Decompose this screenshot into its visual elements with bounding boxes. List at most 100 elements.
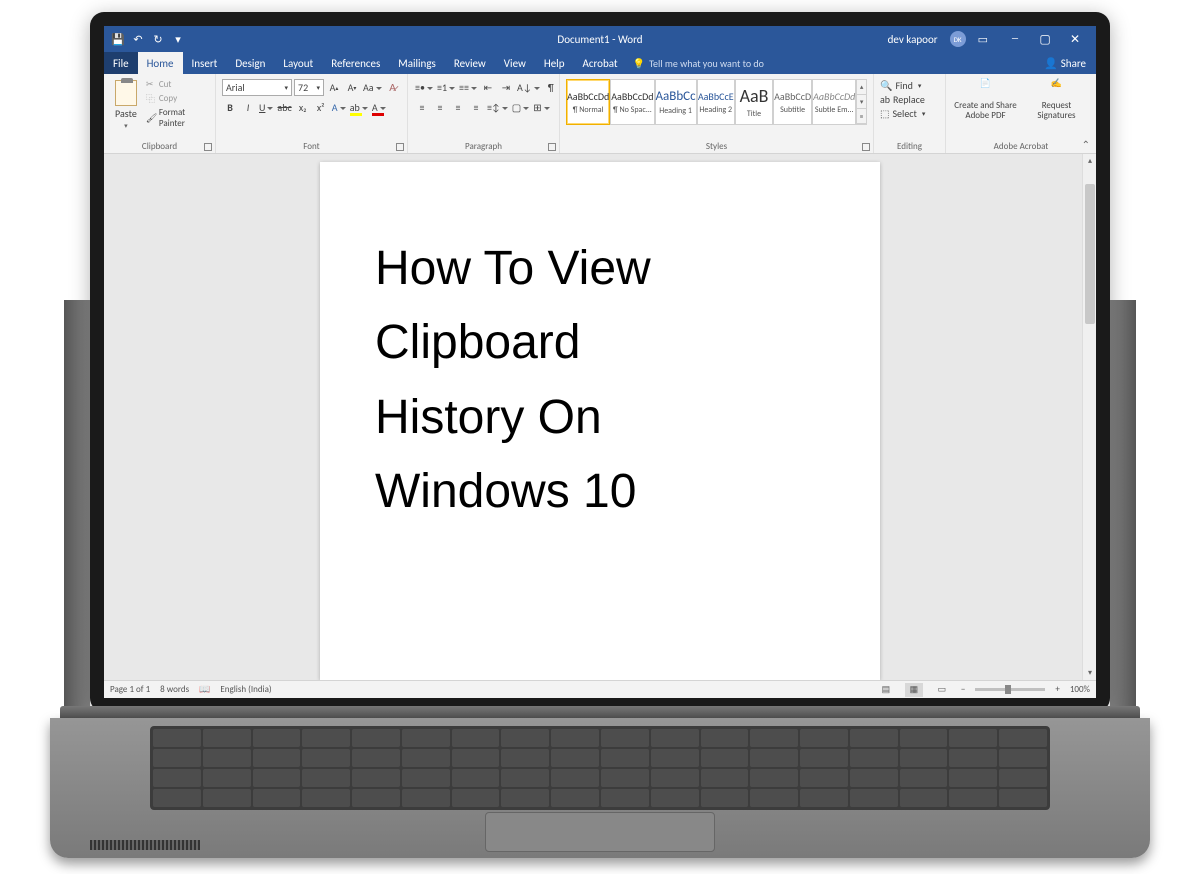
- ribbon-options-icon[interactable]: ▭: [978, 33, 988, 46]
- style-subtle-em-[interactable]: AaBbCcDdSubtle Em...: [812, 79, 856, 125]
- tab-view[interactable]: View: [495, 52, 535, 74]
- style-title[interactable]: AaBTitle: [735, 79, 773, 125]
- copy-button[interactable]: ⿻Copy: [146, 92, 209, 105]
- highlight-button[interactable]: ab: [349, 99, 369, 116]
- page[interactable]: How To View Clipboard History On Windows…: [320, 162, 880, 680]
- zoom-in-button[interactable]: +: [1055, 684, 1059, 695]
- tab-design[interactable]: Design: [226, 52, 274, 74]
- italic-button[interactable]: I: [240, 99, 256, 116]
- tab-mailings[interactable]: Mailings: [389, 52, 445, 74]
- font-size-value: 72: [298, 81, 308, 94]
- scroll-down-icon[interactable]: ▾: [1083, 666, 1096, 680]
- spellcheck-icon[interactable]: 📖: [199, 684, 210, 695]
- tab-help[interactable]: Help: [535, 52, 574, 74]
- user-avatar[interactable]: DK: [950, 31, 966, 47]
- zoom-out-button[interactable]: −: [961, 684, 965, 695]
- font-color-button[interactable]: A: [371, 99, 387, 116]
- replace-button[interactable]: abReplace: [880, 93, 925, 106]
- minimize-button[interactable]: ─: [1000, 26, 1030, 52]
- shrink-font-button[interactable]: A▾: [344, 79, 360, 96]
- scroll-thumb[interactable]: [1085, 184, 1095, 324]
- styles-dialog-launcher[interactable]: [862, 143, 870, 151]
- copy-icon: ⿻: [146, 92, 156, 105]
- maximize-button[interactable]: ▢: [1030, 26, 1060, 52]
- style--normal[interactable]: AaBbCcDd¶ Normal: [566, 79, 610, 125]
- tab-insert[interactable]: Insert: [183, 52, 227, 74]
- align-center-button[interactable]: ≡: [432, 99, 448, 116]
- word-count[interactable]: 8 words: [160, 684, 189, 695]
- font-name-combo[interactable]: Arial▾: [222, 79, 292, 96]
- paste-button[interactable]: Paste ▾: [110, 76, 142, 130]
- collapse-ribbon-button[interactable]: ⌃: [1082, 138, 1090, 151]
- select-button[interactable]: ⬚Select▾: [880, 107, 925, 120]
- print-layout-button[interactable]: ▦: [905, 683, 923, 697]
- document-area[interactable]: How To View Clipboard History On Windows…: [104, 154, 1096, 680]
- tab-layout[interactable]: Layout: [274, 52, 322, 74]
- qa-customize-icon[interactable]: ▾: [172, 33, 184, 45]
- create-pdf-label: Create and Share Adobe PDF: [952, 101, 1019, 121]
- strikethrough-button[interactable]: abc: [276, 99, 292, 116]
- page-count[interactable]: Page 1 of 1: [110, 684, 150, 695]
- font-size-combo[interactable]: 72▾: [294, 79, 324, 96]
- justify-button[interactable]: ≡: [468, 99, 484, 116]
- style-heading-2[interactable]: AaBbCcEHeading 2: [697, 79, 735, 125]
- multilevel-button[interactable]: ≡≡: [458, 79, 478, 96]
- tab-references[interactable]: References: [322, 52, 389, 74]
- align-left-button[interactable]: ≡: [414, 99, 430, 116]
- tell-me-search[interactable]: 💡 Tell me what you want to do: [633, 52, 764, 74]
- shading-button[interactable]: ▢: [511, 99, 530, 116]
- tab-file[interactable]: File: [104, 52, 138, 74]
- share-icon: 👤: [1044, 57, 1058, 70]
- create-pdf-button[interactable]: 📄 Create and Share Adobe PDF: [952, 76, 1019, 121]
- language-status[interactable]: English (India): [220, 684, 271, 695]
- document-text[interactable]: How To View Clipboard History On Windows…: [375, 232, 825, 530]
- format-painter-button[interactable]: 🖌Format Painter: [146, 107, 209, 129]
- web-layout-button[interactable]: ▭: [933, 683, 951, 697]
- tab-acrobat[interactable]: Acrobat: [574, 52, 627, 74]
- undo-icon[interactable]: ↶: [132, 33, 144, 45]
- subscript-button[interactable]: x₂: [295, 99, 311, 116]
- user-name[interactable]: dev kapoor: [888, 33, 938, 46]
- style--no-spac-[interactable]: AaBbCcDd¶ No Spac...: [610, 79, 654, 125]
- share-button[interactable]: 👤 Share: [1034, 52, 1096, 74]
- style-subtitle[interactable]: AaBbCcDSubtitle: [773, 79, 812, 125]
- tab-review[interactable]: Review: [445, 52, 495, 74]
- tab-home[interactable]: Home: [138, 52, 183, 74]
- clipboard-dialog-launcher[interactable]: [204, 143, 212, 151]
- zoom-slider[interactable]: [975, 688, 1045, 691]
- line-spacing-button[interactable]: ≡↕: [486, 99, 509, 116]
- laptop-trackpad: [485, 812, 715, 852]
- read-mode-button[interactable]: ▤: [877, 683, 895, 697]
- redo-icon[interactable]: ↻: [152, 33, 164, 45]
- cut-button[interactable]: ✂Cut: [146, 79, 209, 90]
- paragraph-dialog-launcher[interactable]: [548, 143, 556, 151]
- grow-font-button[interactable]: A▴: [326, 79, 342, 96]
- align-right-button[interactable]: ≡: [450, 99, 466, 116]
- text-effects-button[interactable]: A: [331, 99, 347, 116]
- font-dialog-launcher[interactable]: [396, 143, 404, 151]
- show-marks-button[interactable]: ¶: [543, 79, 559, 96]
- group-clipboard: Paste ▾ ✂Cut ⿻Copy 🖌Format Painter Clipb…: [104, 74, 216, 153]
- borders-button[interactable]: ⊞: [532, 99, 550, 116]
- superscript-button[interactable]: x²: [313, 99, 329, 116]
- scroll-up-icon[interactable]: ▴: [1083, 154, 1096, 168]
- change-case-button[interactable]: Aa: [362, 79, 383, 96]
- underline-button[interactable]: U: [258, 99, 274, 116]
- clear-format-button[interactable]: A̷: [385, 79, 401, 96]
- vertical-scrollbar[interactable]: ▴ ▾: [1082, 154, 1096, 680]
- styles-more-button[interactable]: ▴▾≡: [856, 79, 867, 125]
- request-signatures-button[interactable]: ✍ Request Signatures: [1023, 76, 1090, 121]
- group-paragraph: ≡• ≡1 ≡≡ ⇤ ⇥ A↓ ¶ ≡ ≡ ≡ ≡: [408, 74, 560, 153]
- bullets-button[interactable]: ≡•: [414, 79, 434, 96]
- sort-button[interactable]: A↓: [516, 79, 541, 96]
- bold-button[interactable]: B: [222, 99, 238, 116]
- decrease-indent-button[interactable]: ⇤: [480, 79, 496, 96]
- save-icon[interactable]: 💾: [112, 33, 124, 45]
- numbering-button[interactable]: ≡1: [436, 79, 456, 96]
- close-button[interactable]: ✕: [1060, 26, 1090, 52]
- style-heading-1[interactable]: AaBbCcHeading 1: [655, 79, 697, 125]
- zoom-level[interactable]: 100%: [1070, 684, 1090, 695]
- signature-icon: ✍: [1047, 79, 1067, 99]
- find-button[interactable]: 🔍Find▾: [880, 79, 925, 92]
- increase-indent-button[interactable]: ⇥: [498, 79, 514, 96]
